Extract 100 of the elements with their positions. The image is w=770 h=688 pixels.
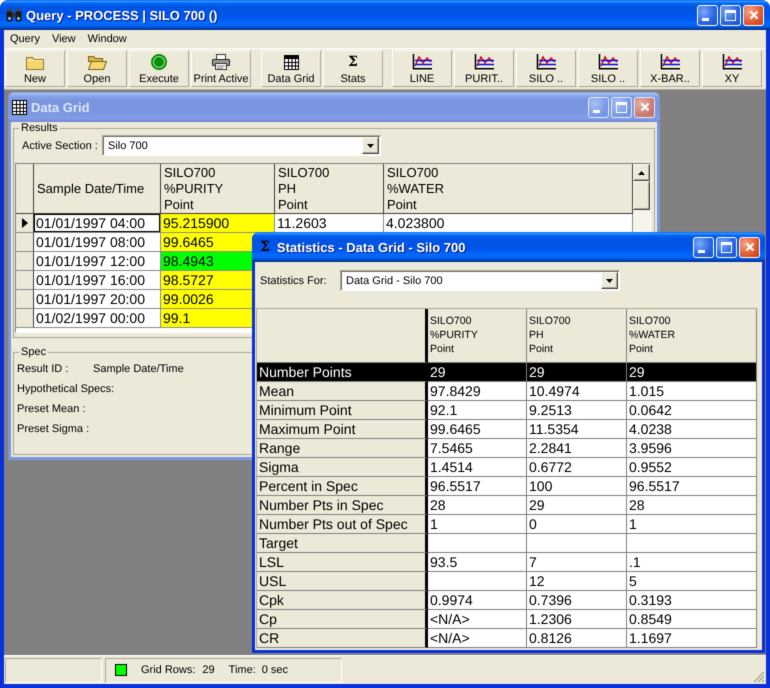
table-cell: 1.1697 [627, 629, 757, 648]
row-header[interactable]: Maximum Point [257, 420, 428, 439]
maximize-button[interactable] [611, 96, 632, 118]
toolbar-button[interactable]: Execute [129, 50, 189, 87]
row-header[interactable]: LSL [257, 553, 428, 572]
table-cell: 96.5517 [428, 477, 527, 496]
table-cell: 7 [527, 553, 627, 572]
table-cell: 0.7396 [527, 591, 627, 610]
toolbar-button[interactable]: Σ Stats [323, 50, 383, 87]
column-header: SILO700 %WATER Point [384, 164, 633, 214]
table-cell: 01/02/1997 00:00 [34, 309, 161, 328]
field-label: Preset Mean : [17, 403, 86, 415]
table-cell: 12 [527, 572, 627, 591]
field-label: Active Section : [22, 140, 98, 152]
table-cell: 0.9974 [428, 591, 527, 610]
column-header: SILO700 PH Point [527, 309, 627, 363]
row-selector[interactable] [16, 309, 34, 328]
scroll-thumb[interactable] [633, 181, 650, 210]
table-cell: 29 [428, 363, 527, 382]
row-header[interactable]: Range [257, 439, 428, 458]
table-cell: 92.1 [428, 401, 527, 420]
row-header[interactable]: Percent in Spec [257, 477, 428, 496]
table-cell: 0.9552 [627, 458, 757, 477]
row-selector[interactable] [16, 214, 34, 233]
grid-rows-value: 29 [202, 664, 215, 676]
column-header: SILO700 PH Point [275, 164, 384, 214]
toolbar-button[interactable]: Data Grid [261, 50, 321, 87]
table-cell: 2.2841 [527, 439, 627, 458]
column-header: SILO700 %PURITY Point [428, 309, 527, 363]
table-cell: 1.015 [627, 382, 757, 401]
row-header[interactable]: USL [257, 572, 428, 591]
row-pointer-icon [22, 218, 28, 228]
row-header[interactable]: Target [257, 534, 428, 553]
line-chart-icon [722, 54, 742, 70]
row-selector[interactable] [16, 290, 34, 309]
menu-item[interactable]: Window [82, 31, 133, 47]
table-cell: 99.6465 [428, 420, 527, 439]
toolbar-button[interactable]: LINE [392, 50, 452, 87]
toolbar-button[interactable]: Print Active [191, 50, 251, 87]
table-cell: 29 [527, 496, 627, 515]
section-dropdown[interactable]: Silo 700 [102, 135, 381, 156]
sigma-icon: Σ [348, 54, 358, 70]
binoculars-icon [6, 8, 22, 22]
table-cell: 28 [627, 496, 757, 515]
maximize-icon [721, 242, 732, 252]
menu-item[interactable]: View [46, 31, 82, 47]
toolbar-button[interactable]: Open [67, 50, 127, 87]
column-header: SILO700 %PURITY Point [161, 164, 275, 214]
close-icon [640, 102, 650, 112]
window-title: Statistics - Data Grid - Silo 700 [276, 240, 466, 254]
time-value: 0 sec [262, 664, 288, 676]
line-chart-icon [412, 54, 432, 70]
toolbar-button[interactable]: New [5, 50, 65, 87]
menu-item[interactable]: Query [4, 31, 46, 47]
scroll-up-button[interactable] [633, 164, 650, 181]
row-header[interactable]: Cpk [257, 591, 428, 610]
row-header[interactable]: Mean [257, 382, 428, 401]
resize-grip-icon [753, 671, 765, 683]
time-label: Time: [228, 664, 256, 676]
table-cell: 01/01/1997 20:00 [34, 290, 161, 309]
toolbar-button[interactable]: SILO .. [516, 50, 576, 87]
table-cell: 11.2603 [275, 214, 384, 233]
table-cell: 0.8549 [627, 610, 757, 629]
dropdown-arrow-button[interactable] [601, 272, 618, 289]
table-cell: 29 [527, 363, 627, 382]
toolbar-button[interactable]: PURIT.. [454, 50, 514, 87]
close-icon [744, 242, 754, 252]
row-header[interactable]: Number Pts in Spec [257, 496, 428, 515]
maximize-icon [616, 102, 627, 112]
close-button[interactable] [634, 96, 655, 118]
row-header[interactable]: Sigma [257, 458, 428, 477]
table-cell: 9.2513 [527, 401, 627, 420]
table-cell: 11.5354 [527, 420, 627, 439]
table-cell: .1 [627, 553, 757, 572]
window-title: Query - PROCESS | SILO 700 () [26, 8, 218, 22]
row-selector[interactable] [16, 271, 34, 290]
row-selector[interactable] [16, 252, 34, 271]
table-cell: 96.5517 [627, 477, 757, 496]
minimize-icon [698, 250, 705, 252]
table-cell: 7.5465 [428, 439, 527, 458]
table-icon [12, 100, 27, 114]
row-header[interactable]: Cp [257, 610, 428, 629]
row-selector[interactable] [16, 233, 34, 252]
toolbar-button[interactable]: X-BAR.. [640, 50, 700, 87]
table-cell: 1.4514 [428, 458, 527, 477]
row-header[interactable]: Number Points [257, 363, 428, 382]
table-cell: 0.3193 [627, 591, 757, 610]
dropdown-arrow-button[interactable] [362, 137, 379, 154]
table-cell: 1 [627, 515, 757, 534]
statistics-dropdown[interactable]: Data Grid - Silo 700 [340, 270, 620, 291]
toolbar-button[interactable]: SILO .. [578, 50, 638, 87]
row-header[interactable]: Minimum Point [257, 401, 428, 420]
row-header[interactable]: Number Pts out of Spec [257, 515, 428, 534]
table-cell: 5 [627, 572, 757, 591]
minimize-icon [593, 110, 600, 112]
toolbar-button[interactable]: XY [702, 50, 762, 87]
minimize-button[interactable] [588, 96, 609, 118]
table-cell: 97.8429 [428, 382, 527, 401]
table-cell: 1 [428, 515, 527, 534]
row-header[interactable]: CR [257, 629, 428, 648]
